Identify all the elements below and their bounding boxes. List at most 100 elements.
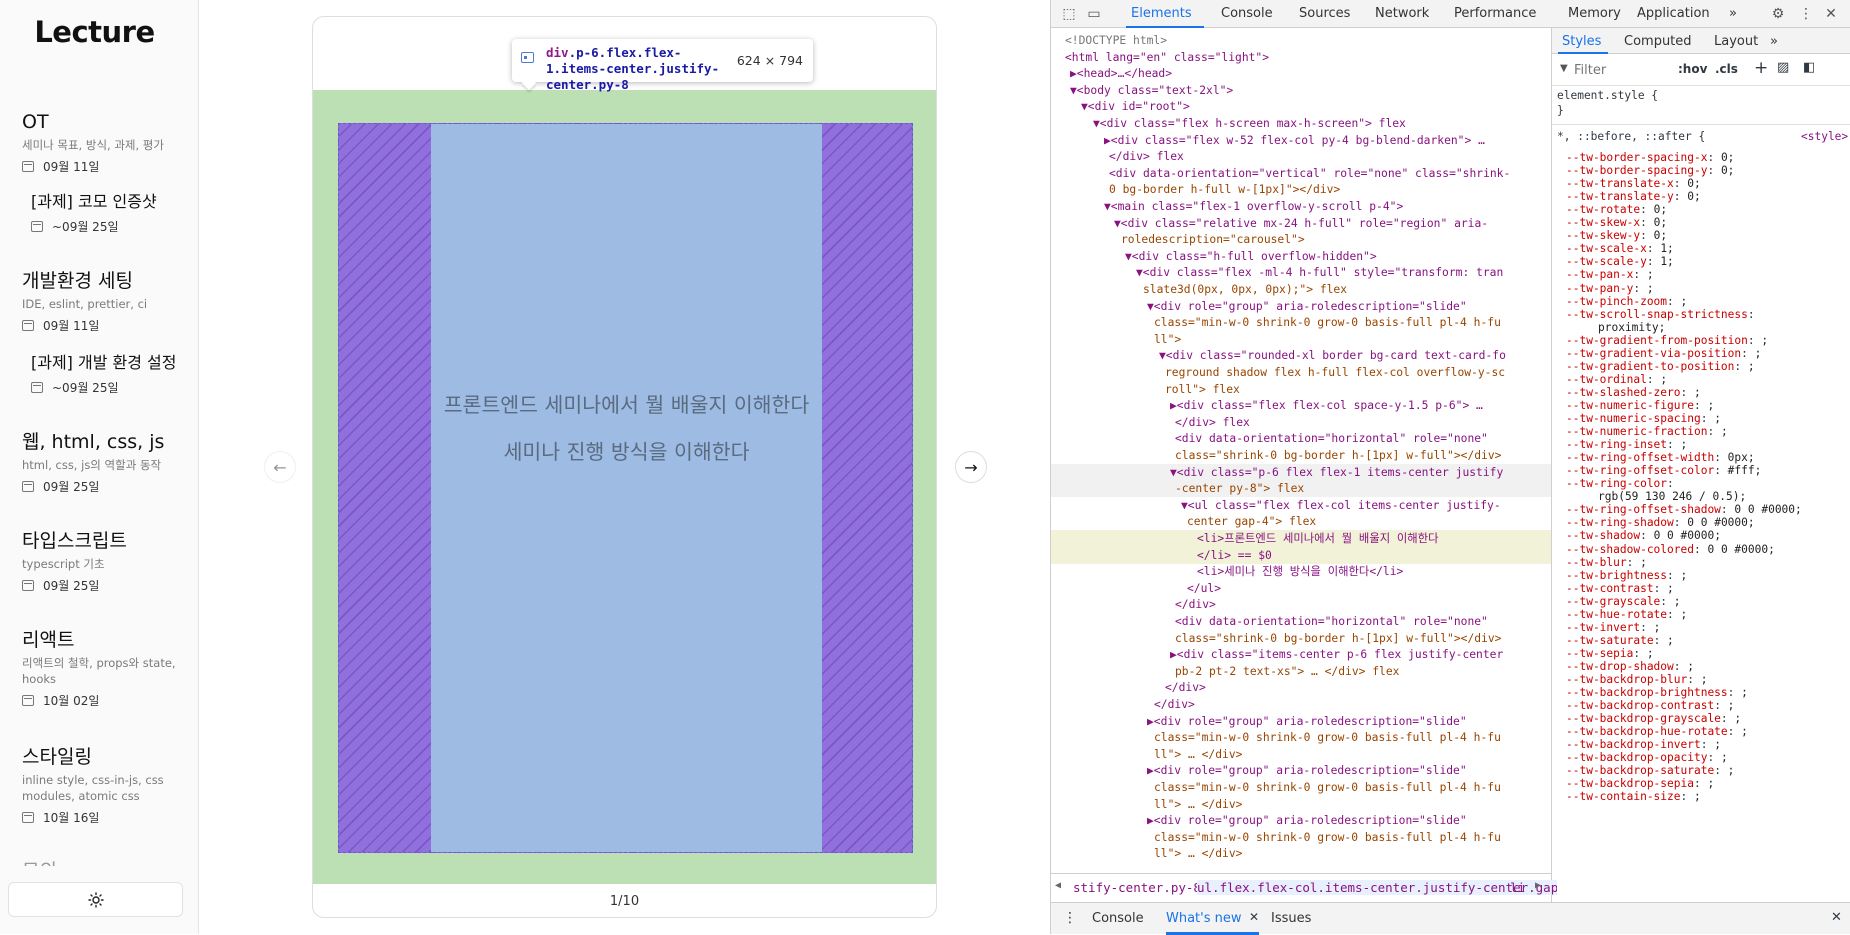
crumb-right-icon[interactable]: ▶ [1535,880,1541,891]
dom-node-line[interactable]: ll"> … </div> [1051,845,1551,862]
inspect-element-icon[interactable]: ⬚ [1060,5,1078,23]
prev-slide-button[interactable]: ← [264,451,296,483]
element-style-rule[interactable]: element.style { [1557,88,1658,103]
lecture-item-react[interactable]: 리액트 리액트의 철학, props와 state, hooks 10월 02일 [22,627,182,709]
crumb-left-icon[interactable]: ◀ [1055,880,1061,891]
cls-button[interactable]: .cls [1715,62,1738,76]
dom-node-line[interactable]: class="shrink-0 bg-border h-[1px] w-full… [1051,630,1551,647]
dom-node-line[interactable]: ll"> … </div> [1051,746,1551,763]
dom-node-line[interactable]: roledescription="carousel"> [1051,231,1551,248]
dom-node-line[interactable]: ▼<div class="relative mx-24 h-full" role… [1051,215,1551,232]
paint-brush-icon[interactable]: ▨ [1777,60,1789,75]
next-slide-button[interactable]: → [955,451,987,483]
lecture-item-styling[interactable]: 스타일링 inline style, css-in-js, css module… [22,744,182,826]
lecture-item-ot[interactable]: OT 세미나 목표, 방식, 과제, 평가 09월 11일 [22,109,182,175]
lecture-item-typescript[interactable]: 타입스크립트 typescript 기초 09월 25일 [22,528,182,594]
crumb-item[interactable]: stify-center.py-8 [1073,880,1201,895]
tab-application[interactable]: Application [1637,6,1710,21]
dom-node-line[interactable]: class="min-w-0 shrink-0 grow-0 basis-ful… [1051,779,1551,796]
drawer-tab-whats-new[interactable]: What's new [1166,911,1242,926]
dom-node-line[interactable]: ▼<main class="flex-1 overflow-y-scroll p… [1051,198,1551,215]
crumb-item[interactable]: ul.flex.flex-col.items-center.justify-ce… [1197,880,1557,895]
dom-node-line[interactable]: ▶<div role="group" aria-roledescription=… [1051,812,1551,829]
dom-node-line[interactable]: <html lang="en" class="light"> [1051,49,1551,66]
dom-node-line[interactable]: ll"> … </div> [1051,796,1551,813]
dom-node-line[interactable]: ▼<div id="root"> [1051,98,1551,115]
tab-memory[interactable]: Memory [1568,6,1621,21]
tab-styles[interactable]: Styles [1562,34,1601,49]
dom-node-line[interactable]: ▼<ul class="flex flex-col items-center j… [1051,497,1551,514]
dom-node-line[interactable]: class="min-w-0 shrink-0 grow-0 basis-ful… [1051,729,1551,746]
dom-node-line[interactable]: ▼<div class="flex h-screen max-h-screen"… [1051,115,1551,132]
new-rule-button[interactable]: + [1754,58,1768,78]
dom-node-line[interactable]: ▼<div class="p-6 flex flex-1 items-cente… [1051,463,1551,481]
drawer-menu-icon[interactable]: ⋮ [1063,910,1077,926]
dom-node-line[interactable]: <div data-orientation="horizontal" role=… [1051,613,1551,630]
tab-sources[interactable]: Sources [1299,6,1350,21]
tab-performance[interactable]: Performance [1454,6,1536,21]
dom-node-line[interactable]: ▼<div class="h-full overflow-hidden"> [1051,248,1551,265]
styles-filter-input[interactable] [1574,60,1654,80]
dom-node-line[interactable]: class="min-w-0 shrink-0 grow-0 basis-ful… [1051,829,1551,846]
dom-node-line[interactable]: ▶<div class="flex w-52 flex-col py-4 bg-… [1051,132,1551,149]
dom-node-line[interactable]: <div data-orientation="vertical" role="n… [1051,165,1551,182]
dom-node-line[interactable]: 0 bg-border h-full w-[1px]"></div> [1051,181,1551,198]
dom-node-line[interactable]: ▼<div role="group" aria-roledescription=… [1051,298,1551,315]
dom-node-line[interactable]: </ul> [1051,580,1551,597]
dom-node-line[interactable]: </div> [1051,679,1551,696]
dom-node-line[interactable]: </li> == $0 [1051,546,1551,564]
drawer-close-icon[interactable]: ✕ [1831,910,1842,925]
more-styles-tabs[interactable]: » [1770,34,1778,49]
dom-node-line[interactable]: center gap-4"> flex [1051,513,1551,530]
task-item-komo[interactable]: [과제] 코모 인증샷 ~09월 25일 [31,191,191,235]
dom-node-line[interactable]: </div> [1051,696,1551,713]
drawer-tab-issues[interactable]: Issues [1271,911,1311,926]
dom-node-line[interactable]: </div> flex [1051,414,1551,431]
dom-node-line[interactable]: ▶<div role="group" aria-roledescription=… [1051,762,1551,779]
dom-node-line[interactable]: ▼<div class="rounded-xl border bg-card t… [1051,347,1551,364]
hov-button[interactable]: :hov [1678,62,1707,76]
dom-node-line[interactable]: ▼<div class="flex -ml-4 h-full" style="t… [1051,264,1551,281]
tab-layout[interactable]: Layout [1714,34,1758,49]
dom-node-line[interactable]: ▶<head>…</head> [1051,65,1551,82]
dom-node-line[interactable]: </div> flex [1051,148,1551,165]
toggle-sidebar-icon[interactable]: ◧ [1803,60,1815,75]
lecture-item-devenv[interactable]: 개발환경 세팅 IDE, eslint, prettier, ci 09월 11… [22,268,182,334]
dom-node-line[interactable]: <!DOCTYPE html> [1051,32,1551,49]
dom-node-line[interactable]: ▶<div role="group" aria-roledescription=… [1051,713,1551,730]
elements-tree[interactable]: <!DOCTYPE html> <html lang="en" class="li… [1051,28,1551,873]
dom-node-line[interactable]: </div> [1051,596,1551,613]
css-property-line[interactable]: --tw-contain-size: ; [1566,789,1701,804]
dom-node-line[interactable]: roll"> flex [1051,381,1551,398]
dom-node-line[interactable]: ll"> [1051,331,1551,348]
lecture-item-web[interactable]: 웹, html, css, js html, css, js의 역할과 동작 0… [22,429,182,495]
dom-node-line[interactable]: reground shadow flex h-full flex-col ove… [1051,364,1551,381]
tab-network[interactable]: Network [1375,6,1429,21]
drawer-tab-close-icon[interactable]: ✕ [1249,910,1259,924]
gear-icon[interactable]: ⚙ [1769,5,1787,23]
drawer-tab-console[interactable]: Console [1092,911,1144,926]
lecture-item-cut[interactable]: 모의 [22,858,142,866]
dom-node-line[interactable]: -center py-8"> flex [1051,480,1551,498]
dom-node-line[interactable]: ▼<body class="text-2xl"> [1051,82,1551,99]
close-icon[interactable]: ✕ [1822,5,1840,23]
dom-node-line[interactable]: <li>세미나 진행 방식을 이해한다</li> [1051,563,1551,580]
dom-node-line[interactable]: pb-2 pt-2 text-xs"> … </div> flex [1051,663,1551,680]
dom-node-line[interactable]: slate3d(0px, 0px, 0px);"> flex [1051,281,1551,298]
task-item-devenv[interactable]: [과제] 개발 환경 설정 ~09월 25일 [31,352,191,396]
dom-node-line[interactable]: ▶<div class="items-center p-6 flex justi… [1051,646,1551,663]
more-tabs-button[interactable]: » [1729,6,1737,21]
kebab-menu-icon[interactable]: ⋮ [1797,5,1815,23]
dom-node-line[interactable]: <li>프론트엔드 세미나에서 뭘 배울지 이해한다 [1051,530,1551,547]
tab-computed[interactable]: Computed [1624,34,1692,49]
dom-node-line[interactable]: class="shrink-0 bg-border h-[1px] w-full… [1051,447,1551,464]
crumb-item[interactable]: li [1510,880,1525,895]
device-toolbar-icon[interactable]: ▭ [1085,5,1103,23]
style-source-link[interactable]: <style> [1801,129,1848,144]
dom-node-line[interactable]: class="min-w-0 shrink-0 grow-0 basis-ful… [1051,314,1551,331]
tab-elements[interactable]: Elements [1131,6,1192,21]
dom-node-line[interactable]: ▶<div class="flex flex-col space-y-1.5 p… [1051,397,1551,414]
tab-console[interactable]: Console [1221,6,1273,21]
theme-toggle-button[interactable] [8,882,183,917]
dom-node-line[interactable]: <div data-orientation="horizontal" role=… [1051,430,1551,447]
